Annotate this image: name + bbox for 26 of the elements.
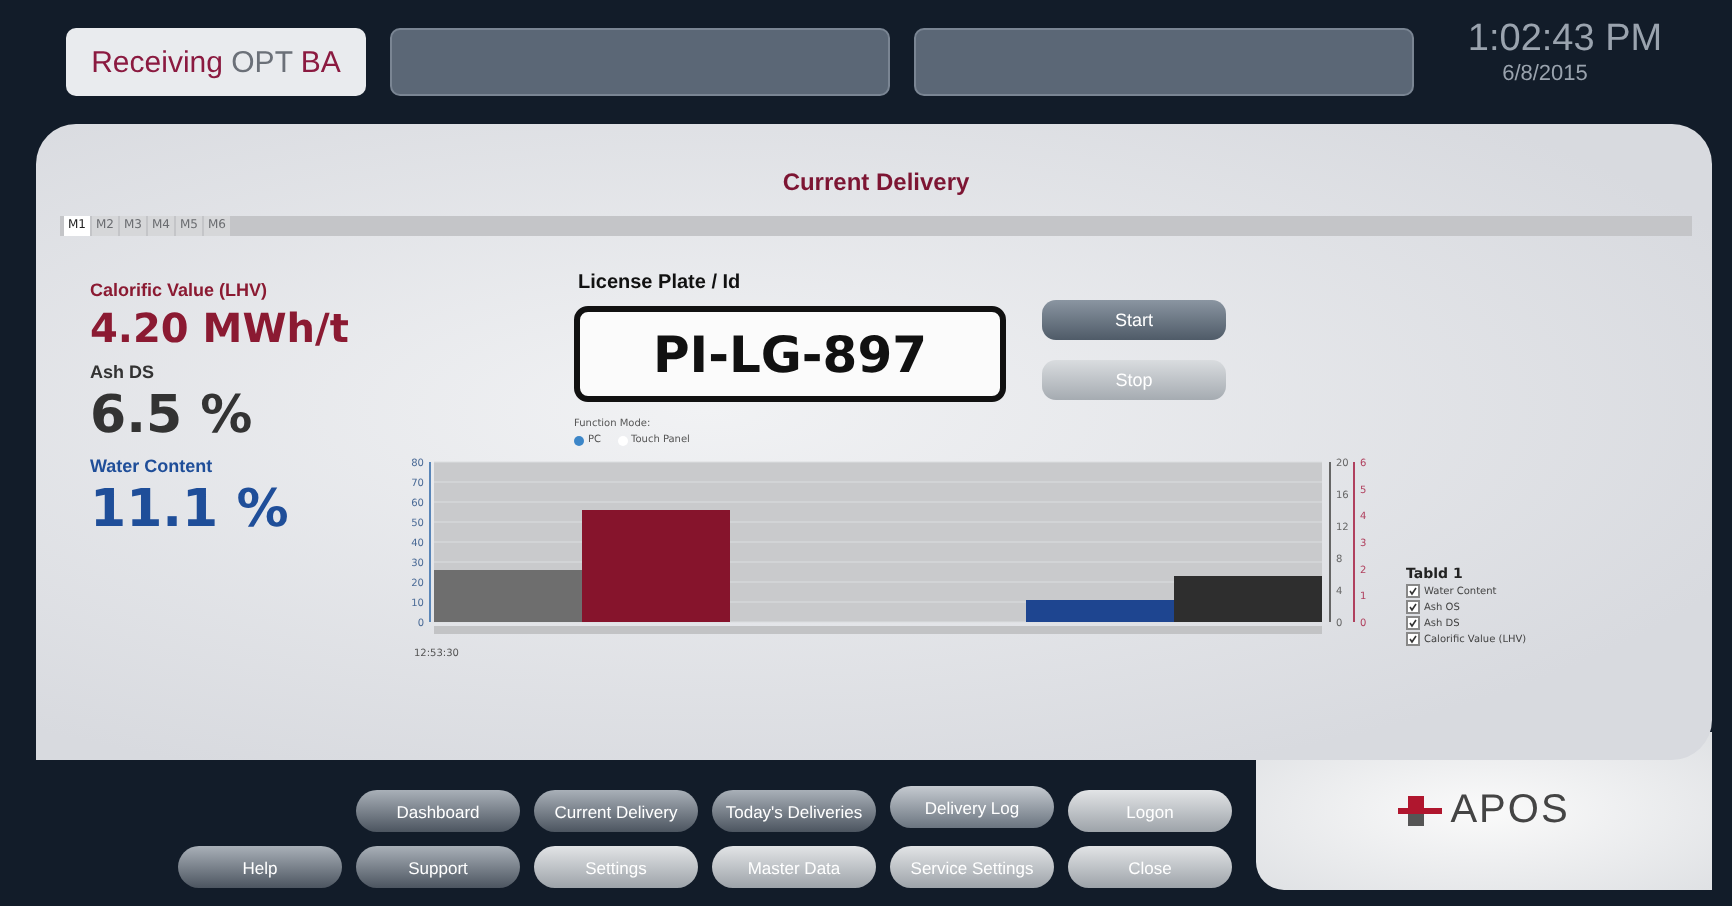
reading-label: Ash DS (90, 362, 157, 382)
nav-button[interactable]: Delivery Log (890, 786, 1054, 828)
nav-button[interactable]: Current Delivery (534, 790, 698, 832)
clock-date: 6/8/2015 (1502, 62, 1588, 86)
checkbox-icon[interactable] (1406, 584, 1420, 598)
nav-button[interactable]: Help (178, 846, 342, 888)
reading-value: 4.20 MWh/t (90, 304, 351, 352)
radio-dot-icon[interactable] (574, 435, 584, 445)
license-plate-field[interactable]: PI-LG-897 (574, 306, 1006, 402)
checkbox-icon[interactable] (1406, 600, 1420, 614)
plate-label: License Plate / Id (578, 272, 743, 294)
start-button[interactable]: Start (1042, 300, 1226, 340)
clock-time: 1:02:43 PM (1467, 18, 1663, 62)
reading-label: Water Content (90, 456, 215, 476)
checkbox-icon[interactable] (1406, 616, 1420, 630)
app-title: Receiving OPT BA (91, 45, 341, 79)
logo-text: APOS (1450, 788, 1570, 834)
nav-button[interactable]: Dashboard (356, 790, 520, 832)
panel-title: Current Delivery (780, 168, 972, 200)
nav-button[interactable]: Today's Deliveries (712, 790, 876, 832)
logo-mark-icon (1398, 795, 1443, 827)
reading-value: 6.5 % (90, 386, 255, 446)
reading-value: 11.1 % (90, 480, 291, 540)
checkbox-icon[interactable] (1406, 632, 1420, 646)
reading-label: Calorific Value (LHV) (90, 280, 270, 300)
nav-button[interactable]: Support (356, 846, 520, 888)
